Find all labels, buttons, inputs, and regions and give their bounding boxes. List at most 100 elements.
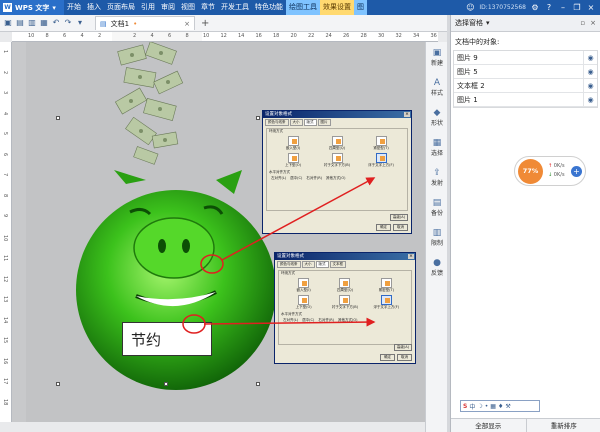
wrap-option[interactable]: 衬于文字下方(B): [326, 295, 363, 310]
wrap-option[interactable]: 紧密型(T): [361, 136, 401, 151]
chevron-down-icon[interactable]: ▾: [486, 19, 490, 27]
user-icon[interactable]: ☺: [465, 3, 475, 13]
restore-icon[interactable]: ❐: [572, 3, 582, 13]
list-item[interactable]: 图片 9 ◉: [454, 51, 597, 65]
halign-radio[interactable]: 居中(C): [302, 318, 314, 323]
dialog-tab[interactable]: 颜色与线条: [277, 261, 301, 268]
wrap-option[interactable]: 衬于文字下方(B): [317, 153, 357, 168]
dialog-tab[interactable]: 颜色与线条: [265, 119, 289, 126]
menu-developer[interactable]: 开发工具: [218, 0, 252, 15]
menu-features[interactable]: 特色功能: [252, 0, 286, 15]
ok-button[interactable]: 确定: [376, 224, 391, 231]
side-tool-shape[interactable]: ◆ 形状: [426, 102, 448, 132]
dialog-tab[interactable]: 版式: [303, 119, 317, 126]
halign-radio[interactable]: 右对齐(R): [306, 176, 322, 181]
wrap-option[interactable]: 上下型(O): [273, 153, 313, 168]
dialog-tab[interactable]: 版式: [315, 261, 329, 268]
cancel-button[interactable]: 取消: [393, 224, 408, 231]
wrap-option[interactable]: 紧密型(T): [368, 278, 405, 293]
dialog-tab[interactable]: 大小: [289, 119, 303, 126]
menu-drawing-tools[interactable]: 绘图工具: [286, 0, 320, 15]
side-tool-feedback[interactable]: ● 反馈: [426, 252, 448, 282]
list-item[interactable]: 图片 1 ◉: [454, 93, 597, 107]
settings-icon[interactable]: ⚙: [530, 3, 540, 13]
show-all-button[interactable]: 全部显示: [451, 419, 526, 432]
eye-icon[interactable]: ◉: [583, 79, 597, 92]
reorder-button[interactable]: 重新排序: [525, 419, 600, 432]
document-canvas[interactable]: 节约 设置对象格式 × 颜色与线条 大小 版式 图片 环绕方式 嵌入型(I) 四周…: [12, 42, 438, 422]
save-icon[interactable]: ▤: [15, 18, 25, 28]
close-pane-icon[interactable]: ×: [590, 19, 596, 27]
eye-icon[interactable]: ◉: [583, 65, 597, 78]
pin-icon[interactable]: ▫: [580, 19, 585, 27]
advanced-button[interactable]: 高级(A): [393, 344, 412, 351]
preview-icon[interactable]: ▦: [39, 18, 49, 28]
selection-handle[interactable]: [256, 116, 260, 120]
selection-handle[interactable]: [256, 382, 260, 386]
menu-insert[interactable]: 插入: [84, 0, 104, 15]
account-id[interactable]: ID:1370752568: [479, 4, 526, 11]
ime-toolbar[interactable]: S 中 ☽ • ▦ ♦ ⚒: [460, 400, 540, 412]
side-tool-restrict[interactable]: ▥ 限制: [426, 222, 448, 252]
selection-handle[interactable]: [164, 382, 168, 386]
dialog-tab[interactable]: 文本框: [329, 261, 346, 268]
undo-icon[interactable]: ↶: [51, 18, 61, 28]
halign-radio[interactable]: 左对齐(L): [271, 176, 286, 181]
close-tab-icon[interactable]: ×: [184, 20, 190, 28]
document-tab[interactable]: ▤ 文档1 • ×: [95, 16, 195, 30]
selection-handle[interactable]: [56, 116, 60, 120]
ok-button[interactable]: 确定: [380, 354, 395, 361]
halign-radio[interactable]: 其他方式(O): [338, 318, 358, 323]
wrap-option[interactable]: 嵌入型(I): [273, 136, 313, 151]
dropdown-icon[interactable]: ▾: [75, 18, 85, 28]
eye-icon[interactable]: ◉: [583, 51, 597, 64]
halign-radio[interactable]: 居中(C): [290, 176, 302, 181]
side-tool-select[interactable]: ▦ 选择: [426, 132, 448, 162]
horizontal-ruler[interactable]: 10 8 6 4 2 2 4 6 8 10 12 14 16 18 20 22 24 26 28 30 32 34 36: [12, 32, 438, 42]
wrap-option-selected[interactable]: 浮于文字上方(F): [368, 295, 405, 310]
wrap-option[interactable]: 四周型(Q): [326, 278, 363, 293]
app-menu-button[interactable]: W WPS 文字 ▾: [0, 0, 64, 15]
side-tool-new[interactable]: ▣ 新建: [426, 42, 448, 72]
dialog-close-icon[interactable]: ×: [404, 112, 410, 117]
help-icon[interactable]: ?: [544, 3, 554, 13]
plus-icon[interactable]: +: [571, 166, 582, 177]
dialog-tab[interactable]: 图片: [317, 119, 331, 126]
print-icon[interactable]: ▥: [27, 18, 37, 28]
wrap-option[interactable]: 四周型(Q): [317, 136, 357, 151]
halign-radio[interactable]: 左对齐(L): [283, 318, 298, 323]
redo-icon[interactable]: ↷: [63, 18, 73, 28]
falling-money-image[interactable]: [111, 42, 191, 172]
eye-icon[interactable]: ◉: [583, 93, 597, 106]
wrap-option[interactable]: 上下型(O): [285, 295, 322, 310]
new-tab-icon[interactable]: +: [201, 18, 209, 29]
halign-radio[interactable]: 其他方式(O): [326, 176, 346, 181]
side-tool-send[interactable]: ⇪ 发射: [426, 162, 448, 192]
menu-effects[interactable]: 效果设置: [320, 0, 354, 15]
wrap-option[interactable]: 嵌入型(I): [285, 278, 322, 293]
text-box[interactable]: 节约: [122, 322, 212, 356]
vertical-ruler[interactable]: 1 2 3 4 5 6 7 8 9 10 11 12 13 14 15 16 17 18: [0, 42, 12, 422]
side-tool-style[interactable]: A 样式: [426, 72, 448, 102]
close-window-icon[interactable]: ×: [586, 3, 596, 13]
list-item[interactable]: 图片 5 ◉: [454, 65, 597, 79]
dialog-close-icon[interactable]: ×: [408, 254, 414, 259]
menu-page-layout[interactable]: 页面布局: [104, 0, 138, 15]
minimize-icon[interactable]: –: [558, 3, 568, 13]
list-item[interactable]: 文本框 2 ◉: [454, 79, 597, 93]
network-speed-widget[interactable]: 77% ↑ 0K/s ↓ 0K/s +: [514, 156, 586, 186]
menu-home[interactable]: 开始: [64, 0, 84, 15]
menu-view[interactable]: 视图: [178, 0, 198, 15]
cancel-button[interactable]: 取消: [397, 354, 412, 361]
selection-handle[interactable]: [56, 382, 60, 386]
piggy-bank-image[interactable]: [66, 170, 286, 390]
side-tool-backup[interactable]: ▤ 备份: [426, 192, 448, 222]
dialog-tab[interactable]: 大小: [301, 261, 315, 268]
menu-review[interactable]: 审阅: [158, 0, 178, 15]
menu-picture[interactable]: 图: [354, 0, 367, 15]
menu-references[interactable]: 引用: [138, 0, 158, 15]
halign-radio[interactable]: 右对齐(R): [318, 318, 334, 323]
menu-section[interactable]: 章节: [198, 0, 218, 15]
wrap-option-selected[interactable]: 浮于文字上方(F): [361, 153, 401, 168]
advanced-button[interactable]: 高级(A): [389, 214, 408, 221]
